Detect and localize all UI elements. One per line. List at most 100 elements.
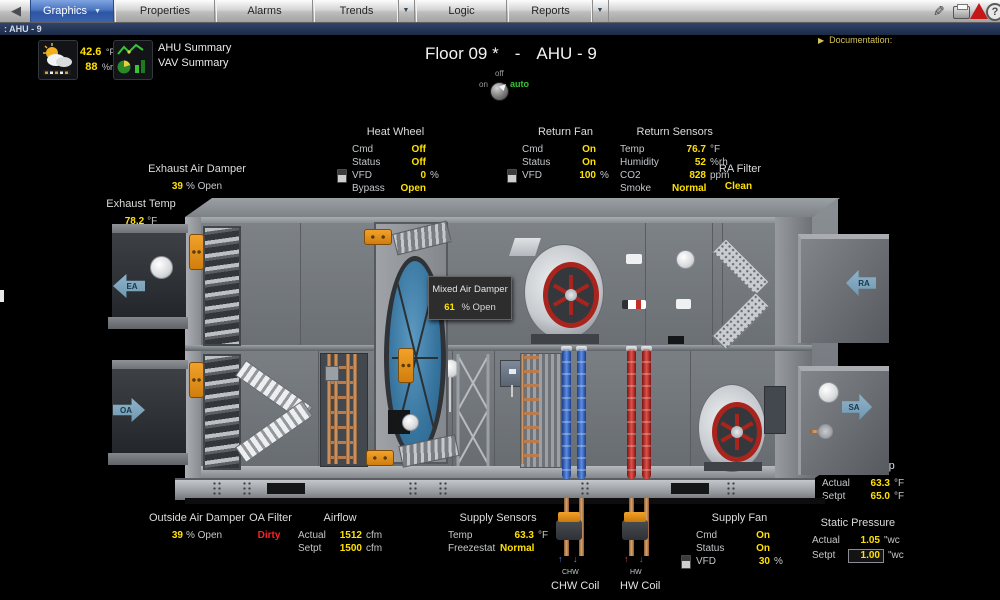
exhaust-damper-actuator — [189, 234, 204, 270]
row-label: Actual — [298, 529, 332, 542]
deck-divider — [185, 345, 812, 351]
data-row: CmdOn — [696, 529, 783, 542]
row-value: Off — [396, 143, 426, 156]
data-row: StatusOn — [696, 542, 783, 555]
data-row: Temp63.3°F — [448, 529, 548, 542]
data-row: Setpt1500cfm — [298, 542, 382, 555]
oa-damper-actuator — [189, 362, 204, 398]
row-value: Off — [396, 156, 426, 169]
help-icon[interactable]: ? — [986, 3, 1000, 21]
oa-duct-top — [112, 360, 188, 369]
vfd-icon — [337, 169, 347, 183]
row-unit: % — [774, 555, 783, 568]
row-label: Setpt — [298, 542, 332, 555]
vfd-icon — [681, 555, 691, 569]
back-icon: ◀ — [11, 3, 21, 18]
row-label: Temp — [620, 143, 672, 156]
breadcrumb: : AHU - 9 — [4, 24, 42, 34]
chevron-down-icon: ▼ — [597, 7, 604, 14]
title-unit: AHU - 9 — [536, 44, 596, 64]
ra-filter-panel: RA Filter Clean — [700, 163, 780, 192]
duct-sensor — [676, 299, 691, 309]
switch-off-label: off — [495, 69, 504, 78]
chw-coil-pipe — [577, 349, 586, 479]
documentation-link[interactable]: ▶Documentation: — [818, 35, 892, 45]
panel-title: Exhaust Temp — [96, 198, 186, 210]
panel-title: Return Fan — [522, 126, 609, 138]
hw-tag: HW — [630, 569, 642, 576]
row-label: Status — [352, 156, 396, 169]
panel-seam — [318, 351, 319, 466]
switch-auto-label: auto — [510, 79, 529, 89]
hx-coil-fins — [520, 353, 562, 468]
ra-label: RA — [858, 279, 870, 288]
coil-pipe — [353, 354, 357, 464]
data-row: Temp76.7°F — [620, 143, 729, 156]
row-label: Actual — [822, 477, 858, 490]
sa-sensor — [818, 382, 839, 403]
hand-off-auto-switch[interactable] — [490, 82, 509, 101]
chw-tag: CHW — [562, 569, 579, 576]
reports-dropdown-button[interactable]: ▼ — [591, 0, 609, 22]
row-label: Status — [522, 156, 566, 169]
row-value: 0 — [396, 169, 426, 182]
row-value: On — [566, 156, 596, 169]
panel-title: Supply Sensors — [448, 512, 548, 524]
tab-label: Graphics — [43, 5, 87, 17]
rivet-strip — [438, 481, 448, 495]
oa-duct-floor — [108, 453, 188, 465]
damper-position-value: 39 — [172, 530, 183, 541]
tab-logic[interactable]: Logic — [416, 0, 507, 22]
tab-properties[interactable]: Properties — [115, 0, 215, 22]
hw-coil-label: HW Coil — [620, 580, 660, 592]
hw-coil-pipe — [627, 349, 636, 479]
static-pressure-setpoint-input[interactable]: 1.00 — [848, 549, 884, 563]
return-fan-wheel — [543, 262, 599, 328]
row-label: Status — [696, 542, 740, 555]
doc-arrow-icon: ▶ — [818, 36, 824, 45]
row-label: Actual — [812, 534, 848, 547]
electrical-panel — [764, 386, 786, 434]
ahu-top-face — [185, 198, 840, 217]
back-button[interactable]: ◀ — [4, 0, 28, 22]
row-label: Bypass — [352, 182, 396, 195]
data-row: Actual1.05"wc — [812, 534, 904, 547]
return-fan-panel: Return Fan CmdOn StatusOn VFD100% — [522, 126, 609, 182]
tab-alarms[interactable]: Alarms — [216, 0, 313, 22]
floor-block — [668, 336, 684, 344]
rivet-strip — [408, 481, 418, 495]
edit-icon[interactable]: ✎ — [933, 3, 945, 20]
row-label: Smoke — [620, 182, 672, 195]
printer-icon[interactable] — [953, 6, 970, 19]
data-row: VFD30% — [696, 555, 783, 568]
row-label: VFD — [352, 169, 396, 182]
ahu-summary-link[interactable]: AHU Summary — [158, 42, 231, 54]
data-row: FreezestatNormal — [448, 542, 548, 555]
menu-bar: ◀ Graphics▼ Properties Alarms Trends ▼ L… — [0, 0, 1000, 23]
vav-summary-link[interactable]: VAV Summary — [158, 57, 229, 69]
tab-reports[interactable]: Reports — [508, 0, 593, 22]
tab-trends[interactable]: Trends — [314, 0, 399, 22]
duct-sensor — [676, 250, 695, 269]
panel-title: Exhaust Air Damper — [136, 163, 258, 175]
tooltip-unit: % Open — [461, 302, 495, 313]
tooltip-title: Mixed Air Damper — [429, 284, 511, 295]
row-label: Setpt — [822, 490, 858, 503]
ea-label: EA — [126, 282, 137, 291]
heat-wheel-panel: Heat Wheel CmdOff StatusOff VFD0% Bypass… — [352, 126, 439, 195]
page-title: Floor 09 * - AHU - 9 — [425, 44, 597, 64]
panel-title: OA Filter — [238, 512, 303, 524]
panel-title: Supply Fan — [696, 512, 783, 524]
summary-widget[interactable] — [113, 40, 153, 80]
row-label: Setpt — [812, 549, 848, 562]
coil-header-box — [325, 366, 339, 381]
heat-wheel-pulley — [402, 414, 419, 431]
ea-duct-interior — [112, 233, 186, 317]
damper-position-value: 39 — [172, 181, 183, 192]
chw-valve-actuator — [556, 512, 582, 542]
tab-graphics[interactable]: Graphics▼ — [30, 0, 114, 22]
row-value: On — [566, 143, 596, 156]
tab-label: Trends — [340, 5, 374, 17]
trends-dropdown-button[interactable]: ▼ — [397, 0, 415, 22]
chevron-down-icon: ▼ — [403, 7, 410, 14]
